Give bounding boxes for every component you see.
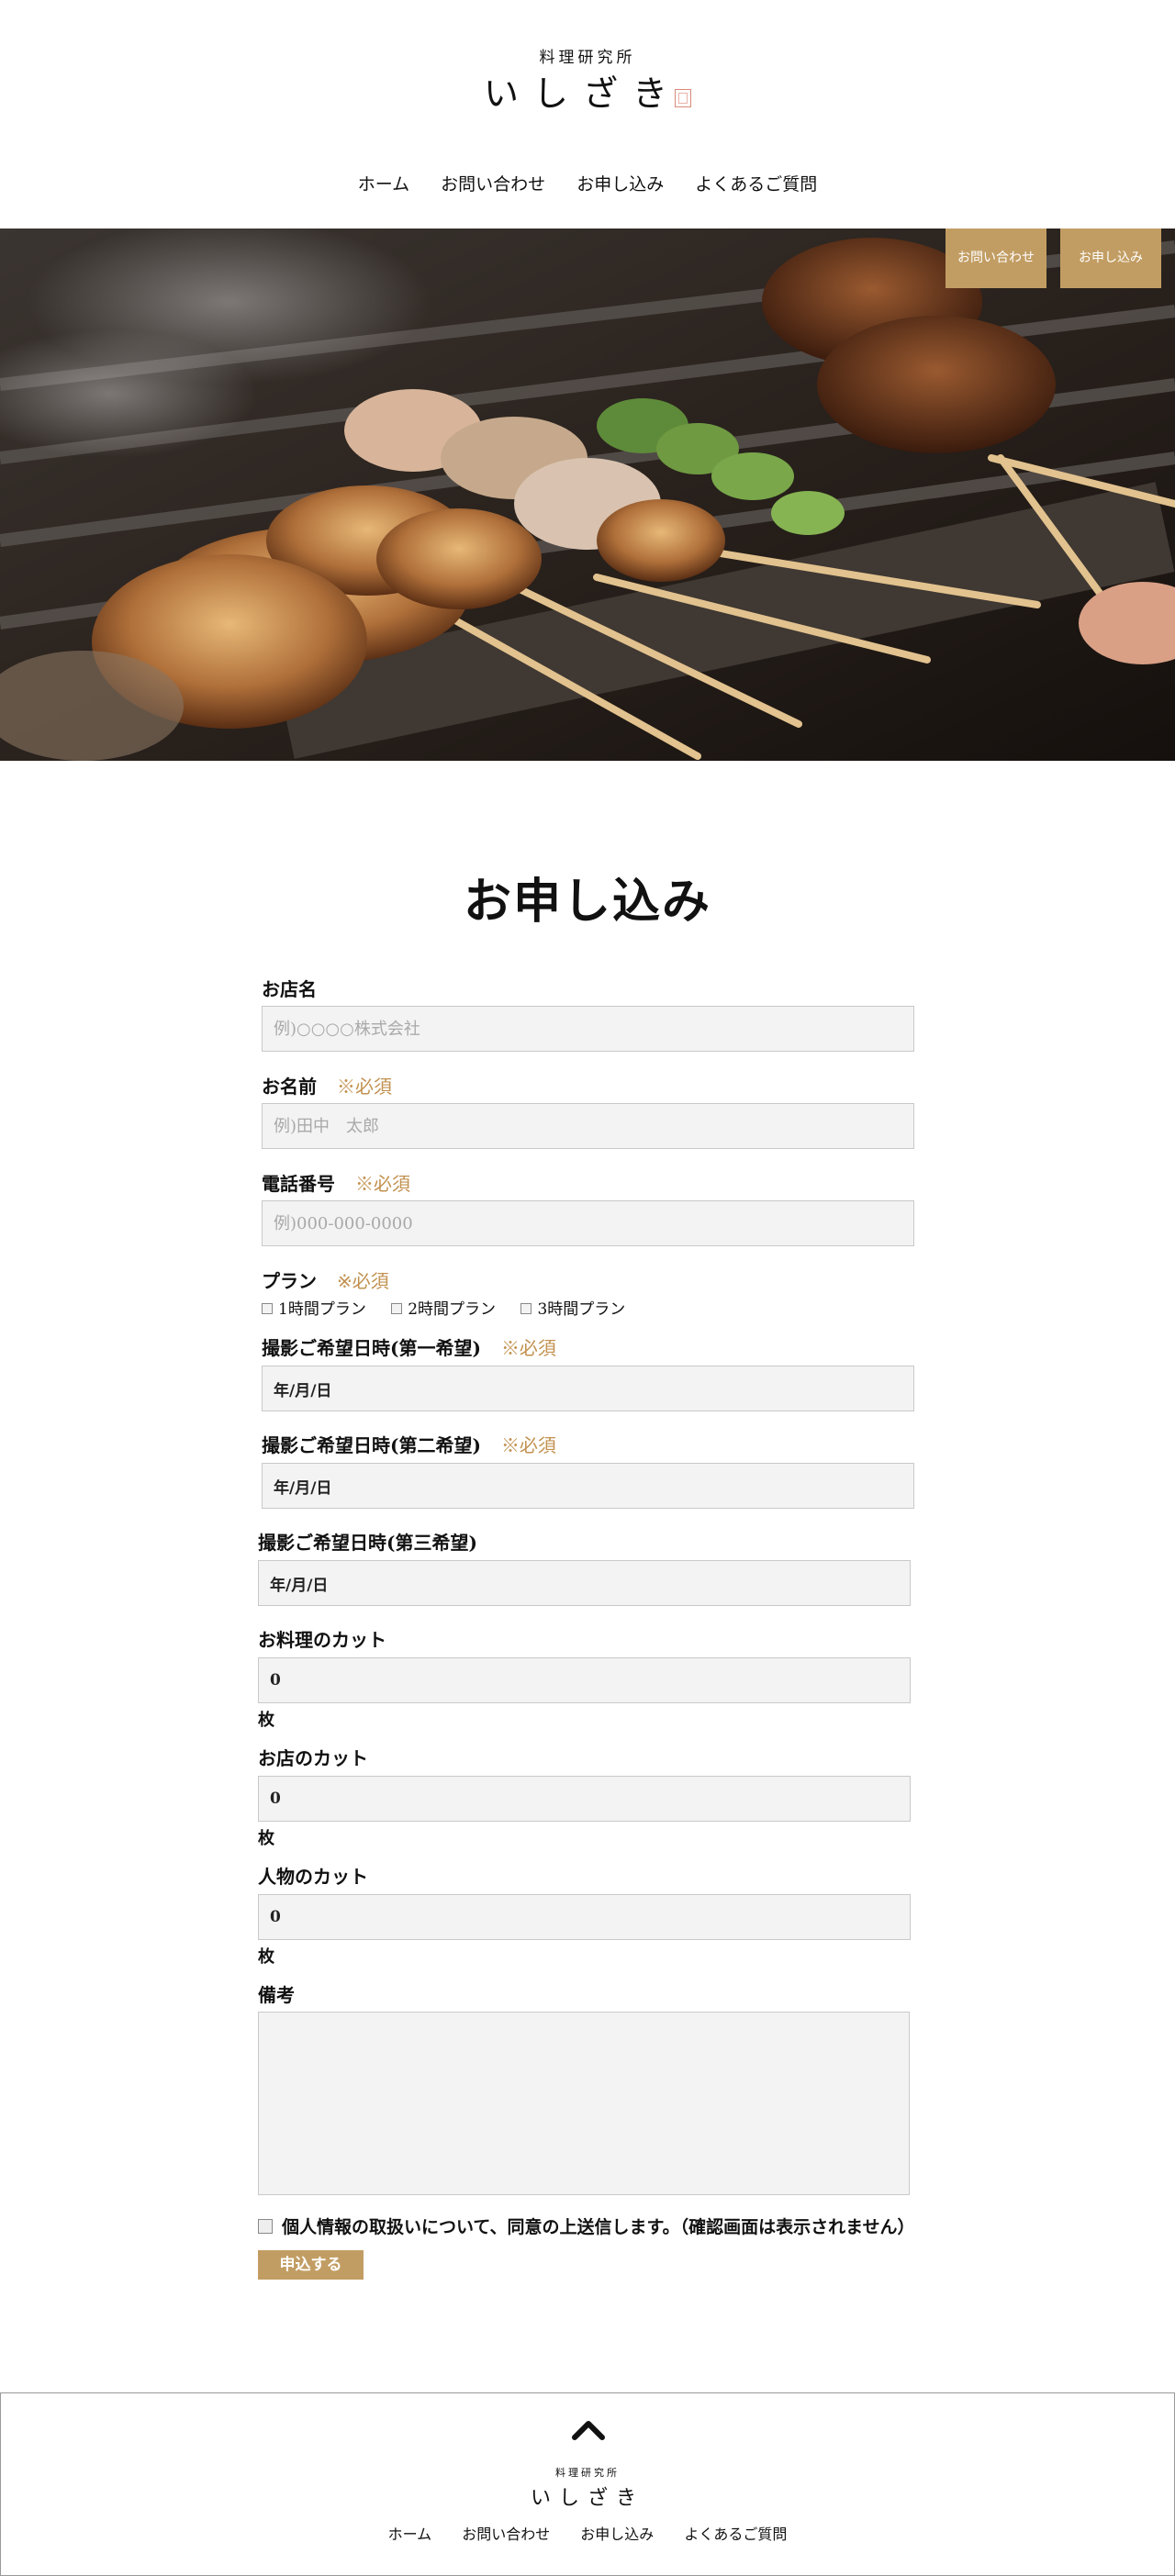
page-title: お申し込み <box>463 874 711 930</box>
date2-input[interactable] <box>262 1463 914 1509</box>
footer: 料理研究所 いしざき ホーム お問い合わせ お申し込み よくあるご質問 <box>0 2392 1175 2576</box>
food-cut-label: お料理のカット <box>258 1629 386 1651</box>
footer-nav-apply[interactable]: お申し込み <box>580 2522 654 2544</box>
yakitori-photo <box>0 229 1175 761</box>
nav-contact[interactable]: お問い合わせ <box>441 171 545 195</box>
plan-option-2h[interactable]: 2時間プラン <box>391 1296 496 1319</box>
required-mark: ※必須 <box>337 1270 389 1292</box>
chevron-up-icon[interactable] <box>571 2417 606 2441</box>
site-logo[interactable]: 料理研究所 いしざき <box>0 48 1175 116</box>
submit-button[interactable]: 申込する <box>258 2250 364 2280</box>
nav-home[interactable]: ホーム <box>358 171 409 195</box>
name-label: お名前 ※必須 <box>262 1076 392 1098</box>
food-cut-input[interactable] <box>258 1657 911 1703</box>
shop-cut-unit: 枚 <box>258 1829 274 1848</box>
required-mark: ※必須 <box>500 1434 556 1456</box>
notes-textarea[interactable] <box>258 2012 910 2195</box>
footer-nav-home[interactable]: ホーム <box>388 2522 432 2544</box>
required-mark: ※必須 <box>337 1076 392 1098</box>
hero-image: お問い合わせ お申し込み <box>0 229 1175 761</box>
footer-logo-subtitle: 料理研究所 <box>555 2467 620 2479</box>
date3-input[interactable] <box>258 1560 911 1606</box>
required-mark: ※必須 <box>355 1173 410 1195</box>
required-mark: ※必須 <box>500 1337 556 1359</box>
plan-options: 1時間プラン 2時間プラン 3時間プラン <box>262 1296 645 1319</box>
date3-label: 撮影ご希望日時(第三希望) <box>258 1532 477 1554</box>
hero-contact-button[interactable]: お問い合わせ <box>946 229 1046 288</box>
nav-faq[interactable]: よくあるご質問 <box>695 171 817 195</box>
person-cut-input[interactable] <box>258 1894 911 1940</box>
plan-label: プラン ※必須 <box>262 1270 389 1292</box>
plan-option-3h[interactable]: 3時間プラン <box>520 1296 625 1319</box>
date1-label: 撮影ご希望日時(第一希望) ※必須 <box>262 1337 556 1359</box>
footer-nav: ホーム お問い合わせ お申し込み よくあるご質問 <box>1 2522 1174 2544</box>
phone-label: 電話番号 ※必須 <box>262 1173 410 1195</box>
consent-text: 個人情報の取扱いについて、同意の上送信します。（確認画面は表示されません） <box>282 2217 915 2237</box>
consent-checkbox[interactable] <box>258 2219 273 2234</box>
name-input[interactable] <box>262 1103 914 1149</box>
nav-apply[interactable]: お申し込み <box>576 171 664 195</box>
hero-apply-button[interactable]: お申し込み <box>1060 229 1161 288</box>
date2-label: 撮影ご希望日時(第二希望) ※必須 <box>262 1434 556 1456</box>
person-cut-unit: 枚 <box>258 1947 274 1967</box>
logo-title: いしざき <box>0 72 1175 116</box>
person-cut-label: 人物のカット <box>258 1866 368 1888</box>
shop-name-label: お店名 <box>262 978 317 1000</box>
plan-option-1h[interactable]: 1時間プラン <box>262 1296 366 1319</box>
consent-row: 個人情報の取扱いについて、同意の上送信します。（確認画面は表示されません） <box>258 2214 915 2238</box>
footer-logo[interactable]: 料理研究所 いしざき <box>1 2465 1174 2511</box>
checkbox[interactable] <box>391 1303 403 1314</box>
footer-logo-title: いしざき <box>530 2487 644 2510</box>
checkbox[interactable] <box>520 1303 532 1314</box>
notes-label: 備考 <box>258 1984 295 2006</box>
footer-nav-contact[interactable]: お問い合わせ <box>462 2522 550 2544</box>
shop-cut-label: お店のカット <box>258 1747 368 1769</box>
checkbox[interactable] <box>262 1303 273 1314</box>
food-cut-unit: 枚 <box>258 1711 274 1730</box>
footer-nav-faq[interactable]: よくあるご質問 <box>684 2522 787 2544</box>
logo-subtitle: 料理研究所 <box>539 49 636 67</box>
shop-cut-input[interactable] <box>258 1776 911 1822</box>
global-nav: ホーム お問い合わせ お申し込み よくあるご質問 <box>0 171 1175 195</box>
shop-name-input[interactable] <box>262 1006 914 1052</box>
phone-input[interactable] <box>262 1200 914 1246</box>
date1-input[interactable] <box>262 1366 914 1411</box>
seal-icon <box>675 89 691 107</box>
